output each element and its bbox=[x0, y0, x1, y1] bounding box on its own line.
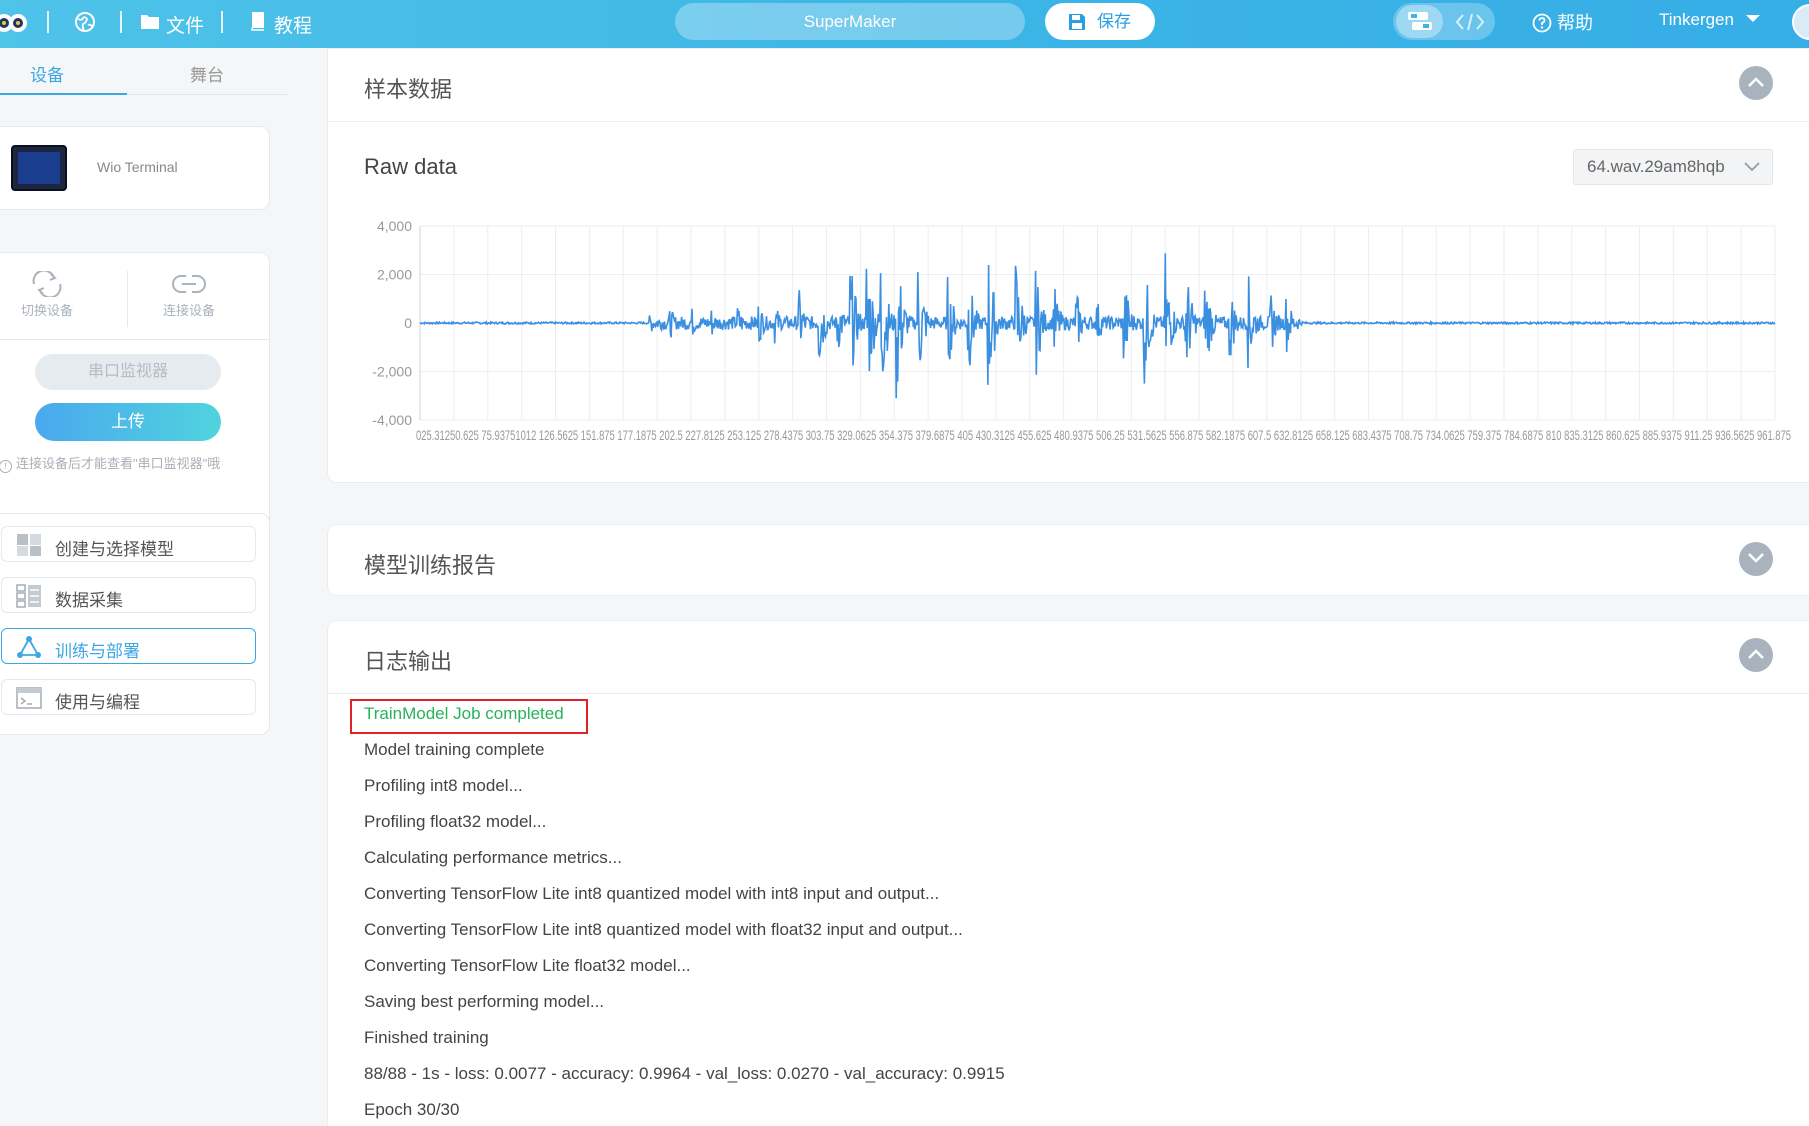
topbar-divider bbox=[47, 11, 49, 33]
log-line: Calculating performance metrics... bbox=[364, 848, 622, 867]
sidebar-tabs: 设备 舞台 bbox=[0, 48, 287, 95]
workflow-nav-card: 创建与选择模型 数据采集 训练与部署 使用与编程 bbox=[0, 513, 270, 735]
data-list-icon bbox=[16, 584, 41, 608]
nav-item-use-program[interactable]: 使用与编程 bbox=[1, 679, 256, 715]
grid-icon bbox=[17, 534, 41, 556]
log-line: Converting TensorFlow Lite float32 model… bbox=[364, 956, 691, 975]
y-tick-label: -2,000 bbox=[372, 364, 412, 380]
x-tick-labels: 025.31250.625 75.93751012 126.5625 151.8… bbox=[416, 427, 1791, 443]
save-label: 保存 bbox=[1097, 12, 1131, 31]
topbar-divider bbox=[120, 11, 122, 33]
network-icon bbox=[17, 636, 41, 658]
blocks-icon bbox=[1408, 12, 1432, 30]
panel-title: 日志输出 bbox=[364, 649, 453, 674]
user-name: Tinkergen bbox=[1659, 10, 1734, 29]
serial-monitor-button[interactable]: 串口监视器 bbox=[35, 354, 221, 390]
log-line: Saving best performing model... bbox=[364, 992, 605, 1011]
log-line: TrainModel Job completed bbox=[364, 704, 564, 723]
save-button[interactable]: 保存 bbox=[1045, 3, 1155, 40]
tab-active-underline bbox=[0, 93, 127, 95]
editor-mode-switch[interactable] bbox=[1393, 3, 1495, 40]
log-line: Converting TensorFlow Lite int8 quantize… bbox=[364, 920, 963, 939]
info-icon: ! bbox=[0, 460, 12, 473]
chevron-up-icon bbox=[1748, 649, 1764, 659]
expand-button[interactable] bbox=[1739, 542, 1773, 576]
training-report-panel: 模型训练报告 bbox=[327, 524, 1809, 596]
y-tick-label: -4,000 bbox=[372, 412, 412, 428]
app-logo-icon[interactable] bbox=[0, 6, 28, 40]
nav-label: 训练与部署 bbox=[55, 642, 140, 661]
code-icon[interactable] bbox=[1455, 12, 1485, 32]
nav-label: 创建与选择模型 bbox=[55, 540, 174, 559]
collapse-button[interactable] bbox=[1739, 638, 1773, 672]
caret-down-icon bbox=[1745, 15, 1760, 22]
switch-device-icon bbox=[32, 269, 62, 299]
device-actions-card: 切换设备 连接设备 串口监视器 上传 ! 连接设备后才能查看"串口监视器"哦 bbox=[0, 252, 270, 534]
y-tick-label: 0 bbox=[404, 315, 412, 331]
connect-hint-text: 连接设备后才能查看"串口监视器"哦 bbox=[16, 456, 221, 471]
sample-data-panel: 样本数据 Raw data 64.wav.29am8hqb 4,000 2,000… bbox=[327, 48, 1809, 483]
user-menu[interactable]: Tinkergen bbox=[1659, 10, 1761, 30]
log-line: Converting TensorFlow Lite int8 quantize… bbox=[364, 884, 940, 903]
log-line: Epoch 30/30 bbox=[364, 1100, 460, 1119]
log-line: Finished training bbox=[364, 1028, 489, 1047]
y-tick-label: 2,000 bbox=[377, 267, 412, 283]
connect-device-button[interactable]: 连接设备 bbox=[159, 271, 219, 319]
log-line: Model training complete bbox=[364, 740, 545, 759]
log-line: Profiling float32 model... bbox=[364, 812, 547, 831]
y-tick-label: 4,000 bbox=[377, 218, 412, 234]
action-divider bbox=[127, 271, 128, 327]
tutorial-menu[interactable]: 教程 bbox=[274, 11, 312, 38]
topbar-divider bbox=[221, 11, 223, 33]
avatar[interactable] bbox=[1792, 4, 1809, 40]
device-card[interactable]: Wio Terminal bbox=[0, 126, 270, 210]
top-bar: 文件 教程 SuperMaker 保存 帮助 Tinkergen bbox=[0, 0, 1809, 48]
panel-title: 模型训练报告 bbox=[364, 553, 497, 578]
globe-icon[interactable] bbox=[74, 11, 96, 33]
device-name: Wio Terminal bbox=[97, 159, 178, 175]
blocks-mode-button[interactable] bbox=[1396, 5, 1443, 38]
file-menu[interactable]: 文件 bbox=[166, 11, 204, 38]
panel-divider bbox=[328, 693, 1809, 694]
device-image bbox=[11, 145, 67, 191]
switch-device-button[interactable]: 切换设备 bbox=[17, 269, 77, 319]
nav-item-data-collection[interactable]: 数据采集 bbox=[1, 577, 256, 613]
sidebar: 设备 舞台 Wio Terminal 切换设备 连接设备 串口监视器 上传 ! … bbox=[0, 48, 287, 1126]
nav-item-train-deploy[interactable]: 训练与部署 bbox=[1, 628, 256, 664]
link-icon bbox=[172, 275, 206, 293]
nav-item-create-model[interactable]: 创建与选择模型 bbox=[1, 526, 256, 562]
connect-hint: ! 连接设备后才能查看"串口监视器"哦 bbox=[0, 453, 220, 473]
folder-icon[interactable] bbox=[140, 13, 160, 30]
connect-device-label: 连接设备 bbox=[162, 303, 215, 318]
log-line: Profiling int8 model... bbox=[364, 776, 523, 795]
tab-stage[interactable]: 舞台 bbox=[190, 61, 224, 86]
raw-data-chart: 4,000 2,000 0 -2,000 -4,000025.31250.625 75.… bbox=[372, 218, 1791, 443]
save-icon bbox=[1069, 14, 1085, 30]
help-label: 帮助 bbox=[1557, 13, 1594, 33]
help-button[interactable]: 帮助 bbox=[1532, 9, 1593, 35]
nav-label: 数据采集 bbox=[55, 591, 123, 610]
project-name-field[interactable]: SuperMaker bbox=[675, 3, 1025, 40]
help-icon bbox=[1532, 13, 1552, 33]
switch-device-label: 切换设备 bbox=[20, 303, 73, 318]
tab-device[interactable]: 设备 bbox=[30, 61, 64, 86]
action-divider bbox=[0, 339, 269, 340]
chevron-down-icon bbox=[1748, 553, 1764, 563]
log-line: 88/88 - 1s - loss: 0.0077 - accuracy: 0.… bbox=[364, 1064, 1005, 1083]
log-output-panel: 日志输出 TrainModel Job completed Model train… bbox=[327, 620, 1809, 1126]
book-icon[interactable] bbox=[250, 11, 266, 31]
upload-button[interactable]: 上传 bbox=[35, 403, 221, 441]
nav-label: 使用与编程 bbox=[55, 693, 140, 712]
terminal-icon bbox=[16, 687, 42, 709]
